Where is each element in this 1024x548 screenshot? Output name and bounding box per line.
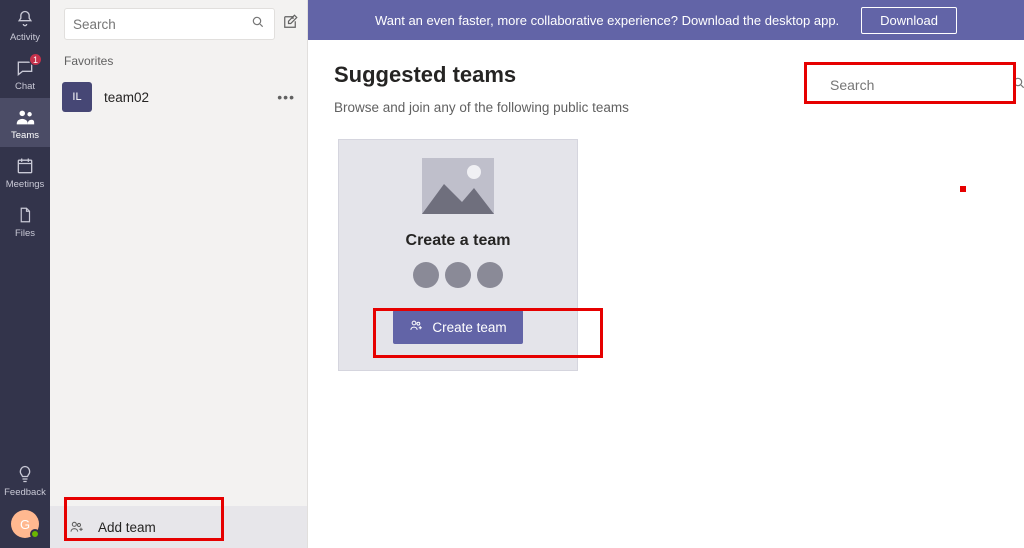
avatar-placeholder <box>445 262 471 288</box>
add-team-label: Add team <box>98 520 156 535</box>
page-subtitle: Browse and join any of the following pub… <box>334 100 998 115</box>
suggested-search[interactable] <box>820 68 1006 102</box>
compose-icon <box>281 13 299 36</box>
rail-label: Teams <box>11 130 39 141</box>
rail-label: Chat <box>15 81 35 92</box>
bell-icon <box>14 8 36 30</box>
rail-label: Feedback <box>4 487 46 498</box>
teams-icon <box>14 106 36 128</box>
favorites-label: Favorites <box>50 48 307 74</box>
rail-item-teams[interactable]: Teams <box>0 98 50 147</box>
rail-item-feedback[interactable]: Feedback <box>0 455 50 504</box>
rail-label: Files <box>15 228 35 239</box>
annotation-dot <box>960 186 966 192</box>
rail-item-chat[interactable]: 1 Chat <box>0 49 50 98</box>
rail-item-meetings[interactable]: Meetings <box>0 147 50 196</box>
add-team-button[interactable]: Add team <box>50 506 307 548</box>
search-input[interactable] <box>73 17 250 32</box>
sidebar-search[interactable] <box>64 8 275 40</box>
avatar-initial: G <box>20 517 30 532</box>
search-icon <box>250 14 266 35</box>
team-name: team02 <box>104 90 265 105</box>
main-area: Want an even faster, more collaborative … <box>308 0 1024 548</box>
team-row[interactable]: IL team02 ••• <box>50 74 307 120</box>
team-avatar: IL <box>62 82 92 112</box>
card-title: Create a team <box>406 232 511 250</box>
compose-button[interactable] <box>281 10 299 38</box>
presence-indicator <box>30 529 40 539</box>
download-banner: Want an even faster, more collaborative … <box>308 0 1024 40</box>
rail-item-files[interactable]: Files <box>0 196 50 245</box>
create-team-button[interactable]: Create team <box>393 310 522 344</box>
banner-text: Want an even faster, more collaborative … <box>375 13 839 28</box>
rail-label: Meetings <box>6 179 45 190</box>
rail-label: Activity <box>10 32 40 43</box>
chat-badge: 1 <box>29 53 42 66</box>
image-placeholder-icon <box>422 158 494 214</box>
add-team-icon <box>68 518 86 536</box>
download-button[interactable]: Download <box>861 7 957 34</box>
bulb-icon <box>14 463 36 485</box>
avatar-placeholder <box>477 262 503 288</box>
more-icon[interactable]: ••• <box>277 89 295 105</box>
create-team-card: Create a team Create team <box>338 139 578 371</box>
suggested-search-input[interactable] <box>830 77 1011 93</box>
search-icon <box>1011 75 1024 96</box>
app-rail: Activity 1 Chat Teams Meetings Files <box>0 0 50 548</box>
calendar-icon <box>14 155 36 177</box>
create-team-icon <box>409 318 424 336</box>
avatars-row <box>413 262 503 288</box>
avatar-placeholder <box>413 262 439 288</box>
create-team-label: Create team <box>432 320 506 335</box>
user-avatar[interactable]: G <box>11 510 39 538</box>
teams-sidebar: Favorites IL team02 ••• Add team <box>50 0 308 548</box>
file-icon <box>14 204 36 226</box>
rail-item-activity[interactable]: Activity <box>0 0 50 49</box>
